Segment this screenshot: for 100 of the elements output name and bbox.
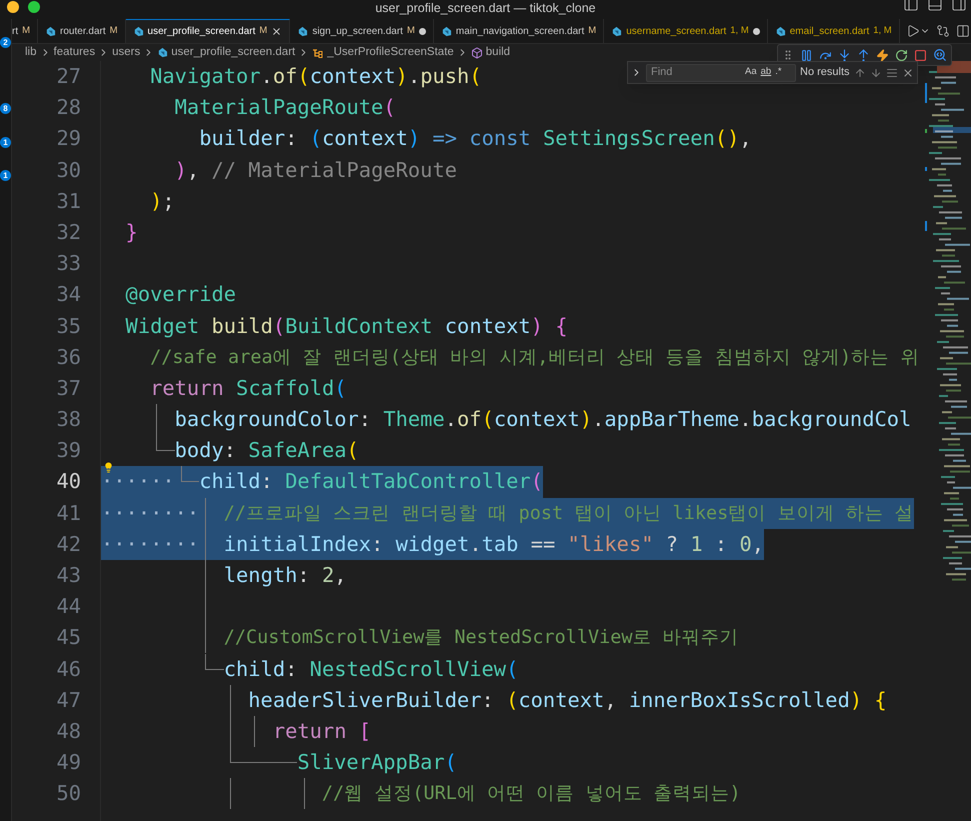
bracket: ) bbox=[850, 688, 862, 712]
git-status: M bbox=[110, 24, 118, 38]
identifier: child bbox=[199, 469, 261, 494]
closing-label: // MaterialPageRoute bbox=[210, 158, 458, 182]
code-text: . bbox=[739, 407, 752, 432]
identifier: appBarTheme bbox=[604, 407, 740, 432]
code-text: : bbox=[224, 438, 236, 462]
line-number: 36 bbox=[56, 344, 81, 371]
bracket: ) bbox=[530, 314, 543, 338]
identifier: context bbox=[444, 314, 531, 338]
type-name: SliverAppBar bbox=[297, 750, 445, 774]
bracket: ( bbox=[505, 688, 518, 712]
line-number: 28 bbox=[56, 94, 81, 122]
code-comment: //CustomScrollView를 NestedScrollView로 바꿔주기 bbox=[224, 627, 739, 648]
notification-badge: 2 bbox=[0, 37, 11, 48]
code-text: : bbox=[358, 407, 372, 432]
number-literal: 2 bbox=[320, 563, 334, 587]
type-name: DefaultTabController bbox=[284, 469, 531, 494]
line-number: 46 bbox=[56, 656, 81, 683]
identifier: tab bbox=[482, 532, 518, 556]
code-text: . bbox=[444, 407, 458, 432]
git-status: M bbox=[406, 24, 415, 38]
search-option[interactable]: ab bbox=[760, 65, 772, 80]
line-number: 33 bbox=[56, 250, 81, 278]
line-number: 34 bbox=[56, 281, 81, 308]
line-number: 35 bbox=[56, 312, 81, 340]
search-option[interactable]: Aa bbox=[745, 65, 757, 80]
bracket: ( bbox=[482, 407, 494, 432]
type-name: Widget bbox=[126, 314, 200, 338]
type-name: SettingsScreen bbox=[542, 126, 715, 150]
bracket: [ bbox=[358, 718, 372, 743]
notification-badge: 1 bbox=[0, 170, 11, 181]
keyword: return bbox=[272, 718, 346, 743]
line-number: 31 bbox=[56, 188, 81, 215]
match-count: No results bbox=[800, 65, 850, 80]
identifier: innerBoxIsScrolled bbox=[628, 688, 850, 712]
breadcrumb-item[interactable]: user_profile_screen.dart bbox=[171, 44, 296, 62]
bracket: ) bbox=[580, 407, 592, 432]
number-literal: 0 bbox=[738, 532, 752, 556]
whitespace-dots: ········ bbox=[101, 500, 200, 525]
type-name: SafeArea bbox=[247, 438, 347, 462]
bracket: ( bbox=[308, 126, 322, 150]
bracket: } bbox=[126, 220, 138, 244]
breadcrumb-item[interactable]: _UserProfileScreenState bbox=[327, 44, 454, 62]
bracket: ( bbox=[346, 438, 359, 462]
code-text: : bbox=[714, 532, 728, 556]
breadcrumb-item[interactable]: lib bbox=[25, 44, 37, 62]
breadcrumb-item[interactable]: build bbox=[486, 44, 510, 62]
identifier: headerSliverBuilder bbox=[248, 688, 482, 712]
identifier: initialIndex bbox=[224, 532, 372, 556]
code-text: , bbox=[739, 126, 752, 150]
identifier: backgroundColor bbox=[174, 407, 359, 432]
line-number: 39 bbox=[56, 437, 81, 464]
type-name: Theme bbox=[382, 407, 445, 432]
function-name: push bbox=[420, 64, 470, 88]
git-status: M bbox=[588, 24, 596, 38]
editor-tab[interactable]: rt M bbox=[12, 19, 38, 43]
search-option[interactable]: .* bbox=[775, 65, 782, 80]
type-name: Navigator bbox=[150, 64, 261, 88]
breadcrumb-item[interactable]: features bbox=[54, 44, 96, 62]
line-number: 43 bbox=[56, 562, 81, 589]
identifier: child bbox=[224, 656, 286, 681]
line-number: 37 bbox=[56, 374, 81, 402]
window-title: user_profile_screen.dart — tiktok_clone bbox=[375, 0, 596, 14]
bracket: ) bbox=[174, 158, 187, 182]
code-text: : bbox=[482, 688, 494, 712]
code-comment: //safe area에 잘 랜더링(상태 바의 시계,베터리 상태 등을 침범하지 않게)하는 위 bbox=[150, 346, 920, 368]
code-text: : bbox=[285, 126, 298, 150]
type-name: @override bbox=[126, 282, 236, 306]
bracket: ) bbox=[408, 126, 420, 150]
line-number: 48 bbox=[56, 718, 81, 745]
line-number: 42 bbox=[56, 530, 81, 558]
function-name: of bbox=[457, 407, 482, 432]
code-text: . bbox=[260, 64, 273, 88]
line-number: 38 bbox=[56, 406, 81, 434]
keyword: const bbox=[468, 126, 531, 150]
line-number: 32 bbox=[56, 218, 81, 246]
code-text: , bbox=[752, 532, 764, 556]
type-name: NestedScrollView bbox=[308, 656, 506, 681]
code-text: . bbox=[408, 64, 420, 88]
notification-badge: 8 bbox=[0, 103, 11, 114]
code-comment: //웹 설정(URL에 어떤 이름 넣어도 출력되는) bbox=[322, 783, 741, 804]
identifier: context bbox=[322, 126, 408, 150]
breadcrumb-item[interactable]: users bbox=[112, 44, 140, 62]
line-number: 47 bbox=[56, 686, 81, 714]
function-name: of bbox=[272, 64, 298, 88]
editor-tab[interactable]: user_profile_screen.dart M bbox=[126, 19, 290, 43]
code-text: ? bbox=[664, 532, 678, 556]
bracket: ( bbox=[334, 376, 347, 400]
line-number: 29 bbox=[56, 125, 81, 152]
notification-badge: 1 bbox=[0, 137, 11, 148]
code-text: . bbox=[592, 407, 604, 432]
number-literal: 1 bbox=[689, 532, 703, 556]
find-input[interactable]: Find Aa ab .* bbox=[646, 64, 796, 82]
bracket: ( bbox=[469, 64, 482, 88]
git-status: 1, M bbox=[873, 24, 892, 38]
identifier: context bbox=[518, 688, 604, 712]
line-number: 50 bbox=[56, 780, 81, 808]
line-number: 44 bbox=[56, 593, 81, 620]
bracket: { bbox=[554, 314, 568, 338]
